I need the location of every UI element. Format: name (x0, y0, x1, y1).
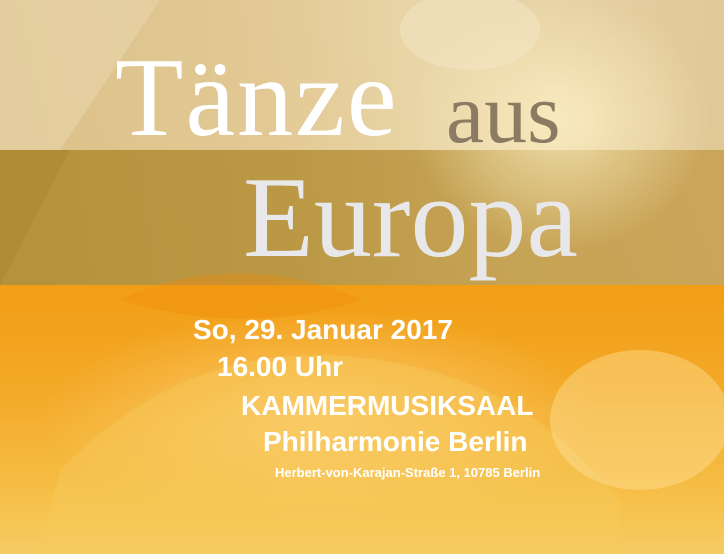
event-date: So, 29. Januar 2017 (193, 314, 453, 345)
concert-poster: Tänze aus Europa So, 29. Januar 2017 16.… (0, 0, 724, 554)
event-address: Herbert-von-Karajan-Straße 1, 10785 Berl… (275, 465, 541, 480)
event-hall: Philharmonie Berlin (263, 426, 528, 457)
event-venue: KAMMERMUSIKSAAL (241, 390, 534, 421)
title-word-aus: aus (446, 65, 561, 161)
event-time: 16.00 Uhr (217, 351, 344, 382)
title-word-taenze: Tänze (115, 36, 399, 160)
title-word-europa: Europa (243, 154, 578, 282)
